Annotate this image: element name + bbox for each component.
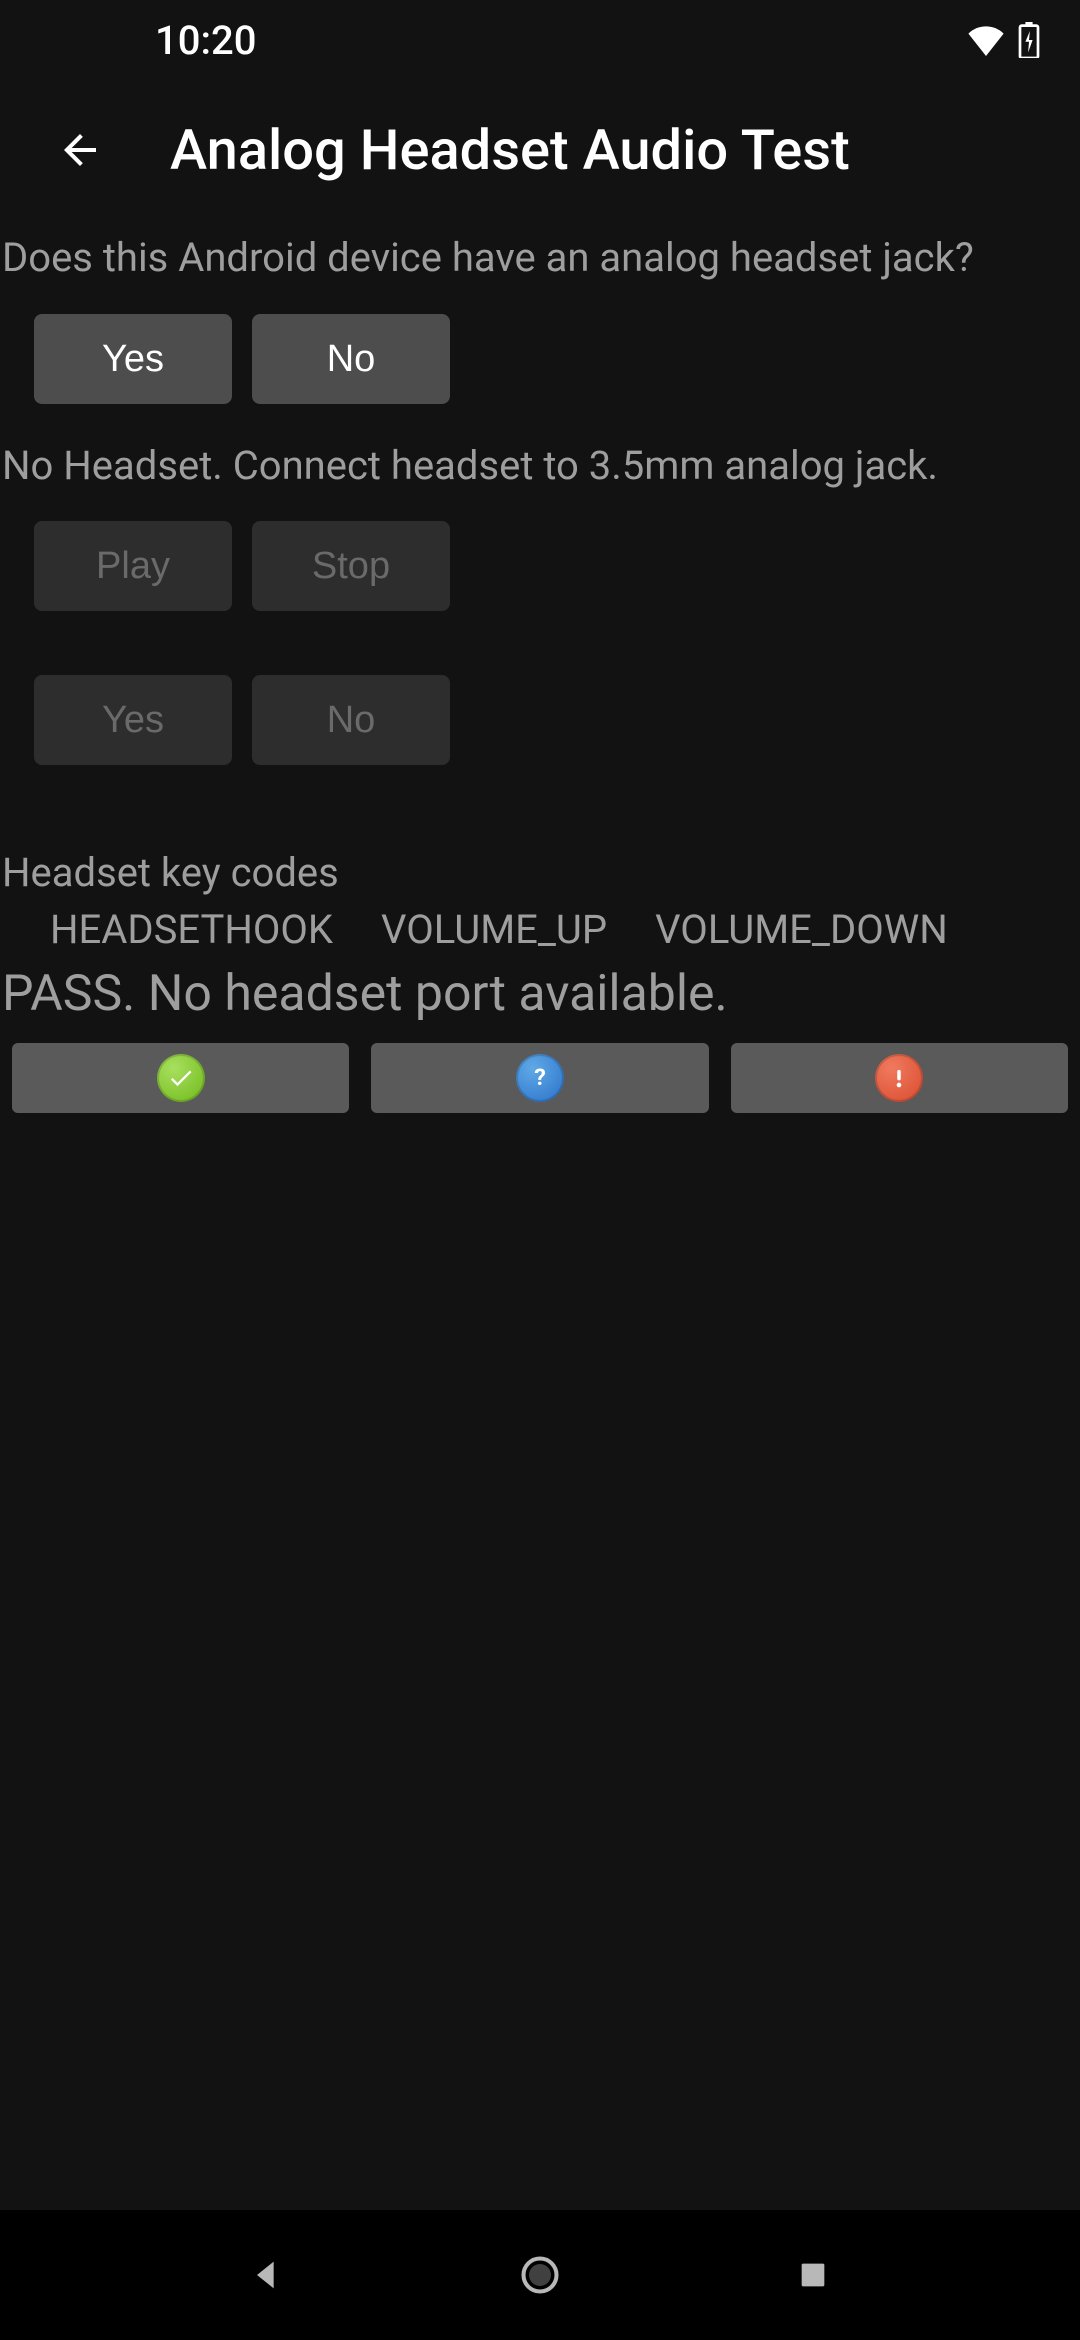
keycode-volume-down: VOLUME_DOWN: [655, 906, 948, 953]
status-icons: [966, 22, 1040, 58]
row-playback-buttons: Play Stop: [0, 493, 1080, 645]
arrow-back-icon: [56, 126, 104, 174]
confirm-yes-button: Yes: [34, 675, 232, 765]
question-icon: ?: [516, 1054, 564, 1102]
content: Does this Android device have an analog …: [0, 220, 1080, 1113]
stop-button: Stop: [252, 521, 450, 611]
keycode-volume-up: VOLUME_UP: [381, 906, 607, 953]
question-has-jack: Does this Android device have an analog …: [0, 230, 1080, 286]
play-button: Play: [34, 521, 232, 611]
wifi-icon: [966, 24, 1006, 56]
exclamation-icon: [875, 1054, 923, 1102]
keycode-headsethook: HEADSETHOOK: [50, 906, 333, 953]
check-icon: [157, 1054, 205, 1102]
has-jack-no-button[interactable]: No: [252, 314, 450, 404]
nav-home-button[interactable]: [500, 2235, 580, 2315]
row-has-jack-buttons: Yes No: [0, 286, 1080, 438]
result-text: PASS. No headset port available.: [0, 959, 1080, 1043]
app-bar: Analog Headset Audio Test: [0, 80, 1080, 220]
status-bar: 10:20: [0, 0, 1080, 80]
battery-charging-icon: [1018, 22, 1040, 58]
has-jack-yes-button[interactable]: Yes: [34, 314, 232, 404]
navigation-bar: [0, 2210, 1080, 2340]
headset-status-text: No Headset. Connect headset to 3.5mm ana…: [0, 438, 1080, 493]
fail-button[interactable]: [731, 1043, 1068, 1113]
pass-button[interactable]: [12, 1043, 349, 1113]
keycodes-label: Headset key codes: [0, 799, 1080, 900]
nav-back-icon: [247, 2255, 287, 2295]
nav-recent-icon: [796, 2258, 830, 2292]
status-time: 10:20: [155, 17, 256, 64]
confirm-no-button: No: [252, 675, 450, 765]
result-action-row: ?: [0, 1043, 1080, 1113]
page-title: Analog Headset Audio Test: [170, 117, 850, 183]
info-button[interactable]: ?: [371, 1043, 708, 1113]
svg-text:?: ?: [534, 1064, 546, 1091]
nav-back-button[interactable]: [227, 2235, 307, 2315]
row-confirm-buttons: Yes No: [0, 645, 1080, 799]
nav-recent-button[interactable]: [773, 2235, 853, 2315]
back-button[interactable]: [36, 106, 124, 194]
nav-home-icon: [518, 2253, 562, 2297]
keycodes-row: HEADSETHOOK VOLUME_UP VOLUME_DOWN: [0, 900, 1080, 959]
